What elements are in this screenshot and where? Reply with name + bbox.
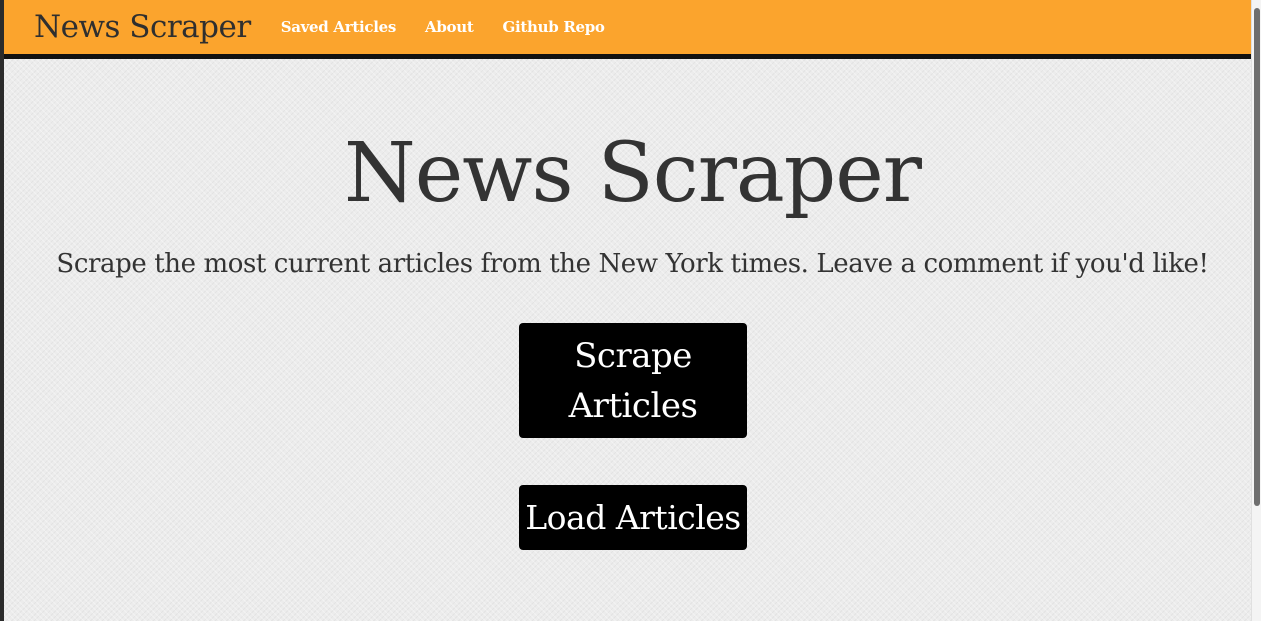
nav-link-saved-articles[interactable]: Saved Articles	[281, 18, 397, 36]
browser-viewport: News Scraper Saved Articles About Github…	[0, 0, 1261, 643]
page-title: News Scraper	[343, 126, 922, 221]
page-footer-gap	[0, 621, 1261, 643]
page-subtitle: Scrape the most current articles from th…	[56, 249, 1209, 279]
nav-link-github-repo[interactable]: Github Repo	[502, 18, 604, 36]
navbar-links: Saved Articles About Github Repo	[281, 18, 634, 36]
top-navbar: News Scraper Saved Articles About Github…	[4, 0, 1251, 59]
scrollbar-thumb[interactable]	[1254, 8, 1260, 506]
scrape-articles-button[interactable]: Scrape Articles	[519, 323, 747, 438]
vertical-scrollbar[interactable]	[1251, 0, 1261, 621]
navbar-brand[interactable]: News Scraper	[34, 9, 251, 45]
nav-link-about[interactable]: About	[425, 18, 474, 36]
main-content: News Scraper Scrape the most current art…	[4, 59, 1251, 621]
load-articles-button[interactable]: Load Articles	[519, 485, 747, 550]
